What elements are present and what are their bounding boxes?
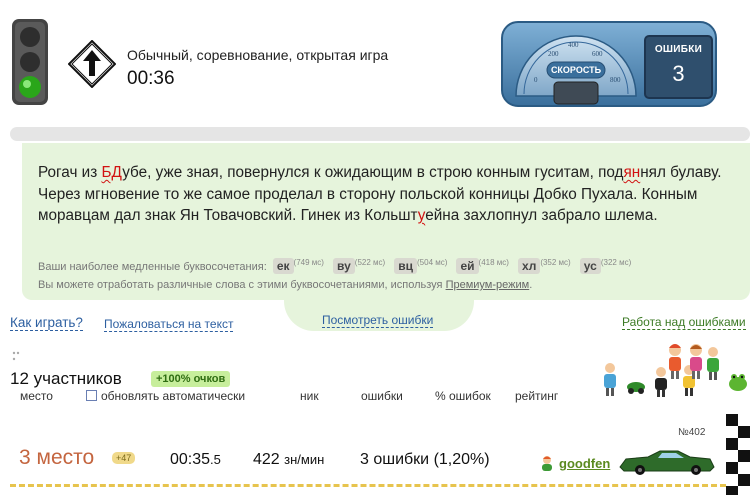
- auto-update-label[interactable]: обновлять автоматически: [101, 389, 245, 403]
- practice-suffix: .: [529, 279, 533, 291]
- speed-scale-label: 200: [548, 50, 559, 58]
- game-timer: 00:36: [127, 68, 175, 89]
- typo-mark: БД: [101, 164, 123, 181]
- combo-time: (522 мс): [354, 258, 386, 268]
- traffic-light-icon: [12, 19, 48, 105]
- combo-chip: хл: [518, 258, 541, 274]
- speed-scale-label: 400: [568, 41, 579, 49]
- combo-chip: вц: [394, 258, 418, 274]
- speed-scale-label: 800: [610, 76, 621, 84]
- practice-line: Вы можете отработать различные слова с э…: [38, 279, 532, 291]
- race-car-icon: [619, 450, 715, 475]
- player-nick-link[interactable]: goodfen: [559, 456, 610, 471]
- finish-flag-icon: [726, 414, 750, 495]
- combo-chip: ву: [333, 258, 355, 274]
- text-panel: Рогач из БДубе, уже зная, повернулся к о…: [22, 143, 750, 300]
- auto-update-checkbox[interactable]: [86, 390, 97, 401]
- result-speed: 422 зн/мин: [253, 451, 324, 469]
- record-number: №402: [678, 427, 706, 438]
- bonus-badge: +100% очков: [151, 371, 231, 387]
- column-errors-pct: % ошибок: [435, 389, 491, 403]
- result-place: 3 место: [19, 446, 95, 469]
- result-speed-unit: зн/мин: [284, 452, 325, 467]
- errors-label: ОШИБКИ: [654, 44, 703, 55]
- combo-time: (352 мс): [540, 258, 571, 268]
- report-text-link[interactable]: Пожаловаться на текст: [104, 317, 234, 332]
- game-text: Рогач из БДубе, уже зная, повернулся к о…: [38, 162, 738, 227]
- combo-time: (322 мс): [600, 258, 632, 268]
- participants-count: 12 участников: [10, 369, 122, 388]
- premium-mode-link[interactable]: Премиум-режим: [446, 279, 530, 291]
- combo-time: (504 мс): [417, 258, 448, 268]
- text-fragment: убе, уже зная, повернулся к ожидающим в …: [122, 164, 624, 181]
- participant-avatars-icon: [604, 344, 747, 397]
- speed-label: СКОРОСТЬ: [551, 65, 602, 75]
- work-on-errors-link[interactable]: Работа над ошибками: [622, 315, 746, 330]
- up-arrow-sign-icon: [68, 40, 116, 88]
- progress-track: [10, 127, 750, 141]
- column-errors: ошибки: [361, 389, 403, 403]
- combo-chip: ус: [579, 258, 601, 274]
- combo-chip: ей: [456, 258, 479, 274]
- drag-handle-icon: [12, 351, 20, 361]
- slow-combos-label: Ваши наиболее медленные буквосочетания:: [38, 261, 267, 273]
- place-bonus-badge: +47: [112, 452, 136, 464]
- combo-time: (749 мс): [293, 258, 324, 268]
- race-track-line: [10, 484, 726, 487]
- user-avatar-icon: [542, 456, 552, 471]
- combo-chip: ек: [272, 258, 294, 274]
- speed-scale-label: 600: [592, 50, 603, 58]
- result-time: 00:35.5: [170, 451, 221, 469]
- view-errors-link[interactable]: Посмотреть ошибки: [322, 313, 434, 328]
- column-place: место: [20, 389, 53, 403]
- text-fragment: ейна захлопнул забрало шлема.: [425, 207, 658, 224]
- result-time-frac: .5: [210, 452, 221, 467]
- combo-time: (418 мс): [478, 258, 509, 268]
- typo-mark: ян: [623, 164, 641, 181]
- practice-prefix: Вы можете отработать различные слова с э…: [38, 279, 446, 291]
- speed-scale-label: 0: [534, 76, 538, 84]
- errors-counter: ОШИБКИ 3: [645, 36, 712, 98]
- column-nick: ник: [300, 389, 319, 403]
- errors-count: 3: [672, 61, 685, 86]
- result-time-main: 00:35: [170, 451, 211, 468]
- slow-combos-line: Ваши наиболее медленные буквосочетания: …: [38, 258, 634, 274]
- game-mode-text: Обычный, соревнование, открытая игра: [127, 47, 389, 63]
- result-errors: 3 ошибки (1,20%): [360, 451, 490, 468]
- how-to-play-link[interactable]: Как играть?: [10, 316, 83, 331]
- text-fragment: Рогач из: [38, 164, 102, 181]
- column-rating: рейтинг: [515, 389, 559, 403]
- result-speed-value: 422: [253, 451, 280, 468]
